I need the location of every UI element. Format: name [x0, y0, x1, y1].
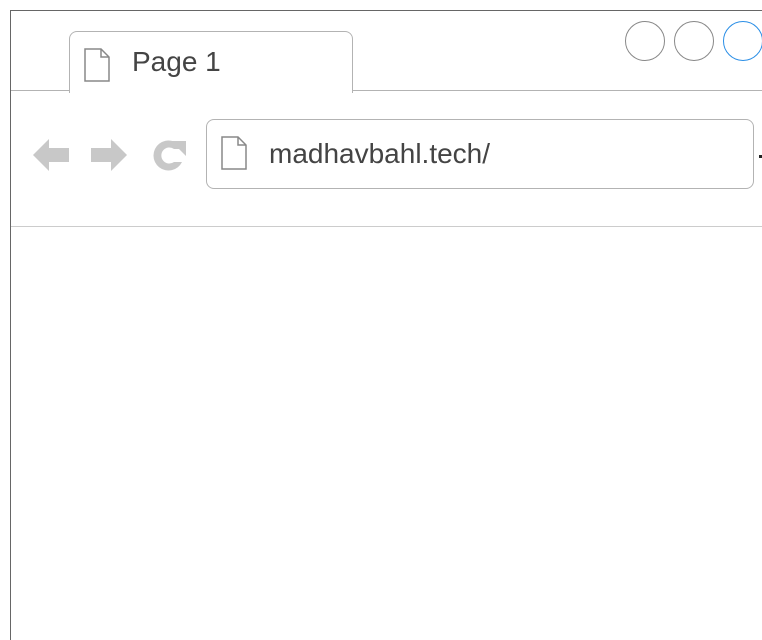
reload-icon[interactable]	[149, 135, 189, 175]
tab-label: Page 1	[132, 46, 221, 77]
toolbar-divider	[11, 226, 762, 227]
browser-window: Page 1 madhavbahl.tech/	[10, 10, 762, 640]
page-icon	[221, 136, 247, 170]
back-arrow-icon[interactable]	[31, 135, 71, 175]
maximize-button[interactable]	[674, 21, 714, 61]
page-icon	[84, 48, 110, 82]
url-text: madhavbahl.tech/	[269, 138, 491, 169]
address-bar[interactable]: madhavbahl.tech/	[206, 119, 754, 189]
page-content	[11, 228, 761, 628]
close-button[interactable]	[723, 21, 762, 61]
tab-page-1[interactable]: Page 1	[69, 31, 353, 93]
minimize-button[interactable]	[625, 21, 665, 61]
forward-arrow-icon[interactable]	[89, 135, 129, 175]
